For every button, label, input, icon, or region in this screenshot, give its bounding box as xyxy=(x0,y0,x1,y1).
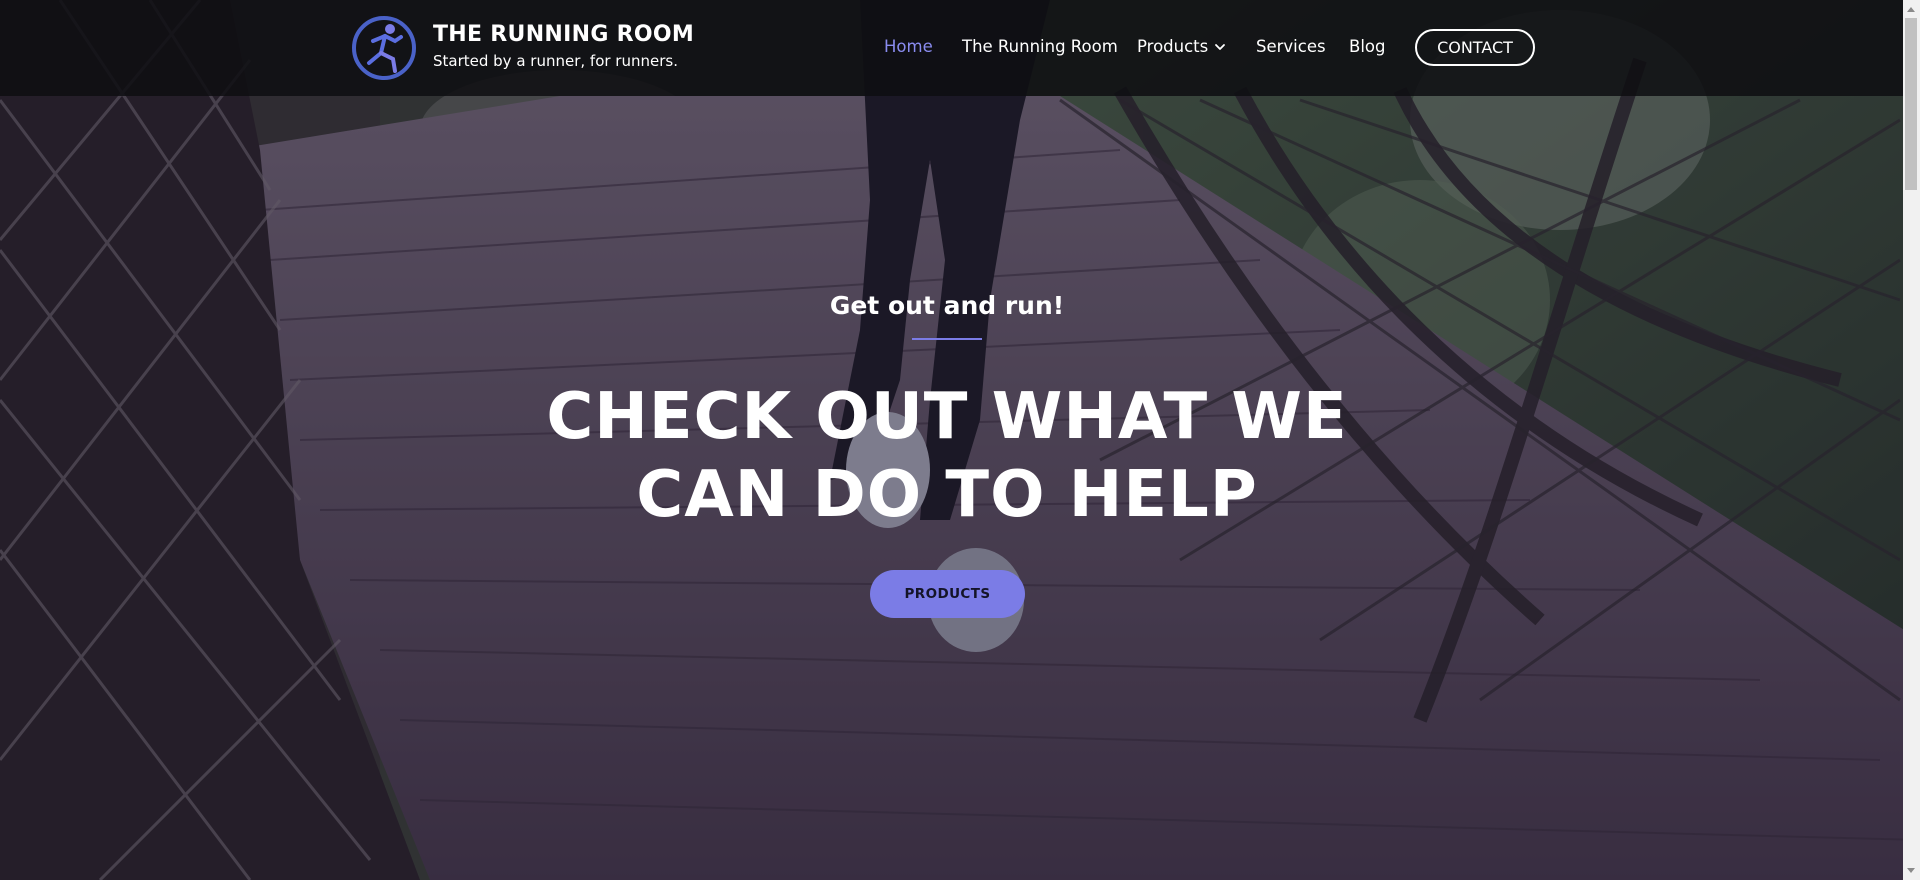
scroll-down-arrow-icon[interactable] xyxy=(1905,864,1917,878)
nav-item-the-running-room[interactable]: The Running Room xyxy=(962,37,1118,56)
site-header: THE RUNNING ROOM Started by a runner, fo… xyxy=(0,0,1920,96)
hero-subheading: Get out and run! xyxy=(829,291,1065,320)
scroll-up-arrow-icon[interactable] xyxy=(1905,2,1917,16)
runner-logo-icon[interactable] xyxy=(351,15,417,81)
brand-tagline: Started by a runner, for runners. xyxy=(433,52,678,70)
products-button[interactable]: PRODUCTS xyxy=(870,570,1025,618)
hero-headline: CHECK OUT WHAT WE CAN DO TO HELP xyxy=(0,378,1894,534)
brand-title[interactable]: THE RUNNING ROOM xyxy=(433,22,694,47)
nav-item-products[interactable]: Products xyxy=(1137,37,1208,56)
hero-headline-line-1: CHECK OUT WHAT WE xyxy=(546,380,1348,454)
contact-button[interactable]: CONTACT xyxy=(1415,29,1535,66)
hero-divider xyxy=(912,338,982,340)
scrollbar-thumb[interactable] xyxy=(1905,18,1917,190)
nav-item-home[interactable]: Home xyxy=(884,37,933,56)
nav-item-services[interactable]: Services xyxy=(1256,37,1326,56)
nav-item-blog[interactable]: Blog xyxy=(1349,37,1385,56)
hero-headline-line-2: CAN DO TO HELP xyxy=(636,458,1258,532)
chevron-down-icon[interactable] xyxy=(1214,41,1226,53)
page: THE RUNNING ROOM Started by a runner, fo… xyxy=(0,0,1920,880)
